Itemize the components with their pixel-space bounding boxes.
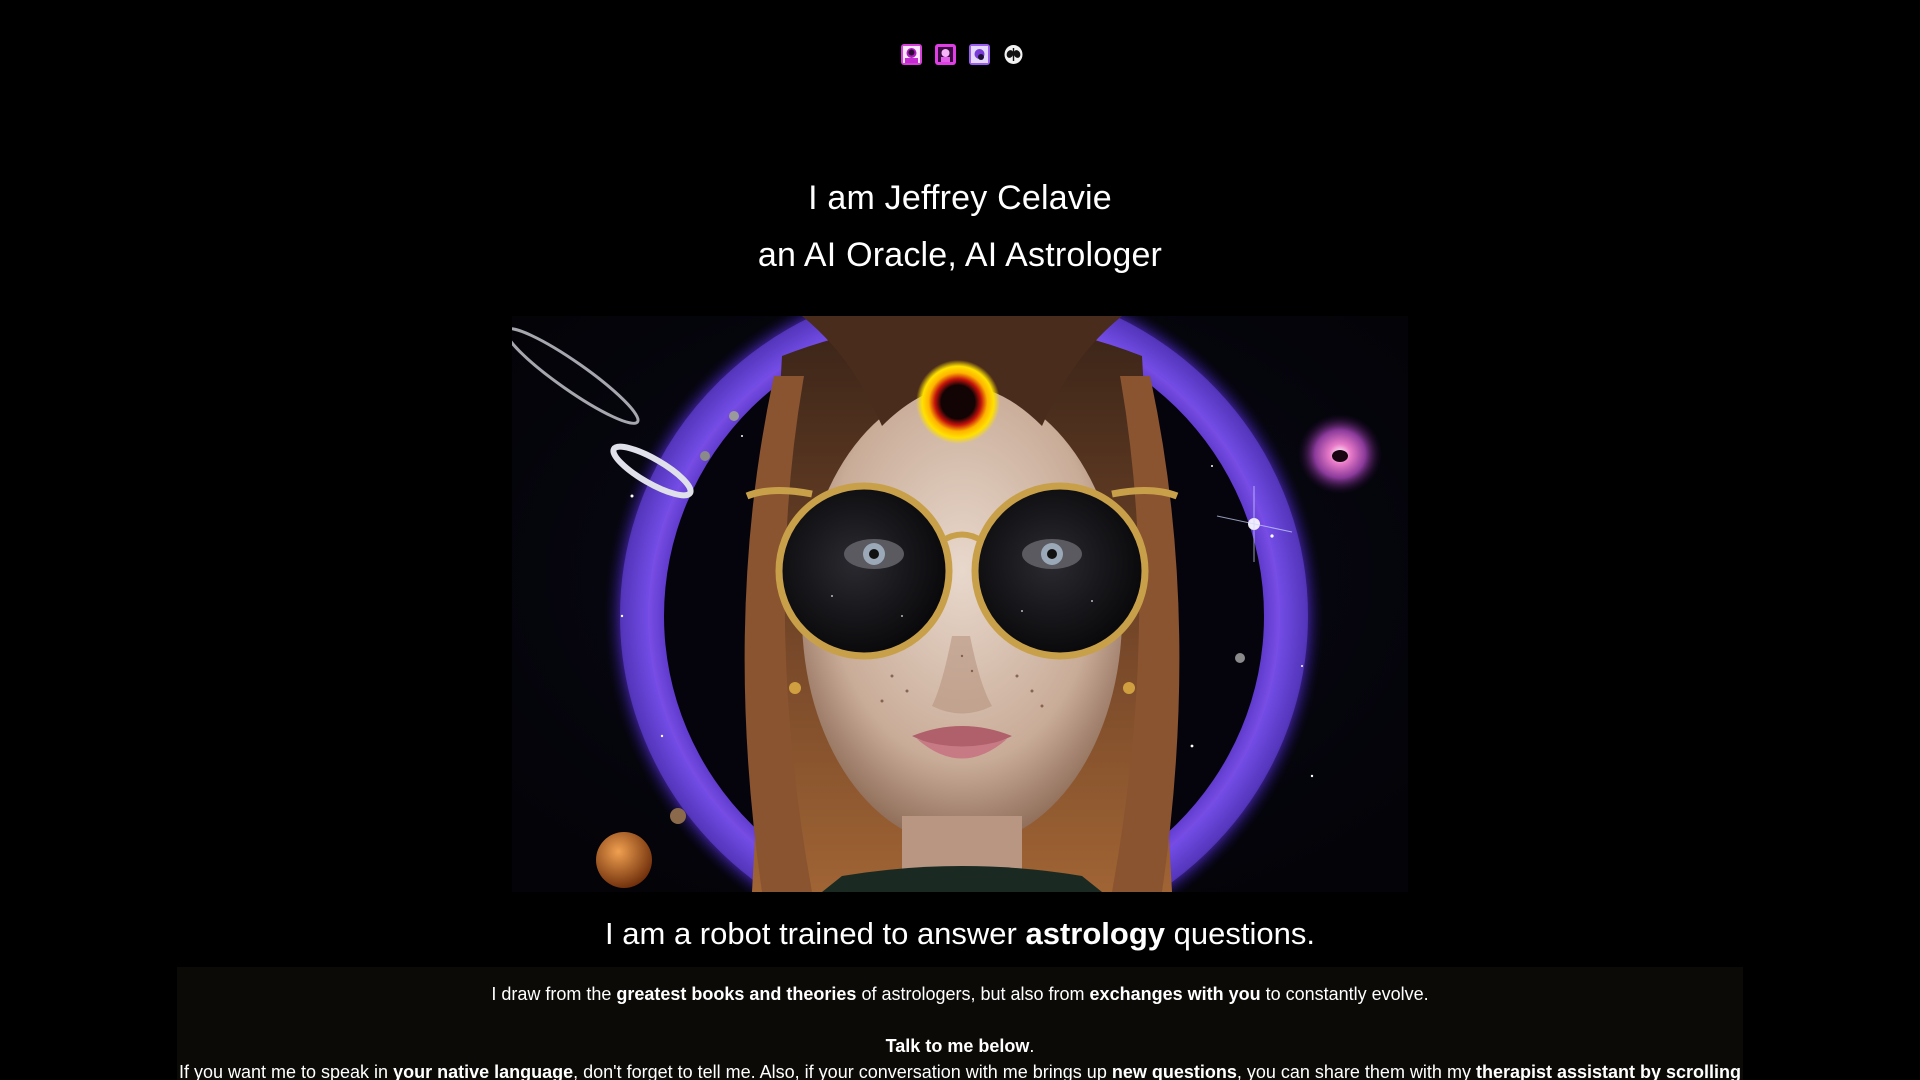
hero-title: I am Jeffrey Celavie an AI Oracle, AI As… — [0, 170, 1920, 284]
therapist-assistant-link[interactable]: therapist assistant by scrolling — [1476, 1062, 1741, 1080]
intro-line-1: I draw from the greatest books and theor… — [177, 982, 1743, 1006]
top-nav — [0, 44, 1920, 65]
hero-title-line-1: I am Jeffrey Celavie — [808, 179, 1112, 217]
alien-icon[interactable] — [1003, 44, 1024, 65]
tagline-suffix: questions. — [1165, 916, 1315, 951]
intro-text: I draw from the — [491, 984, 617, 1004]
intro-line-3: If you want me to speak in your native l… — [177, 1060, 1743, 1080]
intro-bold: greatest books and theories — [616, 984, 857, 1004]
portrait-icon-3[interactable] — [968, 44, 990, 65]
oracle-portrait — [512, 316, 1408, 892]
talk-to-me-label: Talk to me below — [885, 1036, 1030, 1056]
tagline-bold: astrology — [1025, 916, 1166, 951]
intro-bold: your native language — [393, 1062, 574, 1080]
oracle-portrait-illustration — [512, 316, 1408, 892]
intro-bold: exchanges with you — [1089, 984, 1261, 1004]
intro-line-2: Talk to me below. — [177, 1034, 1743, 1058]
hero-title-line-2: an AI Oracle, AI Astrologer — [757, 236, 1163, 274]
intro-bold: new questions — [1111, 1062, 1237, 1080]
portrait-icon-1[interactable] — [900, 44, 922, 65]
intro-text: to constantly evolve. — [1260, 984, 1429, 1004]
portrait-icon-2[interactable] — [934, 44, 956, 65]
intro-text: . — [1029, 1036, 1035, 1056]
tagline: I am a robot trained to answer astrology… — [0, 914, 1920, 954]
intro-text: , don't forget to tell me. Also, if your… — [573, 1062, 1112, 1080]
intro-panel: I draw from the greatest books and theor… — [177, 967, 1743, 1080]
intro-text: If you want me to speak in — [178, 1062, 394, 1080]
page: I am Jeffrey Celavie an AI Oracle, AI As… — [0, 0, 1920, 1080]
tagline-prefix: I am a robot trained to answer — [605, 916, 1026, 951]
intro-text: of astrologers, but also from — [856, 984, 1090, 1004]
intro-text: , you can share them with my — [1236, 1062, 1476, 1080]
